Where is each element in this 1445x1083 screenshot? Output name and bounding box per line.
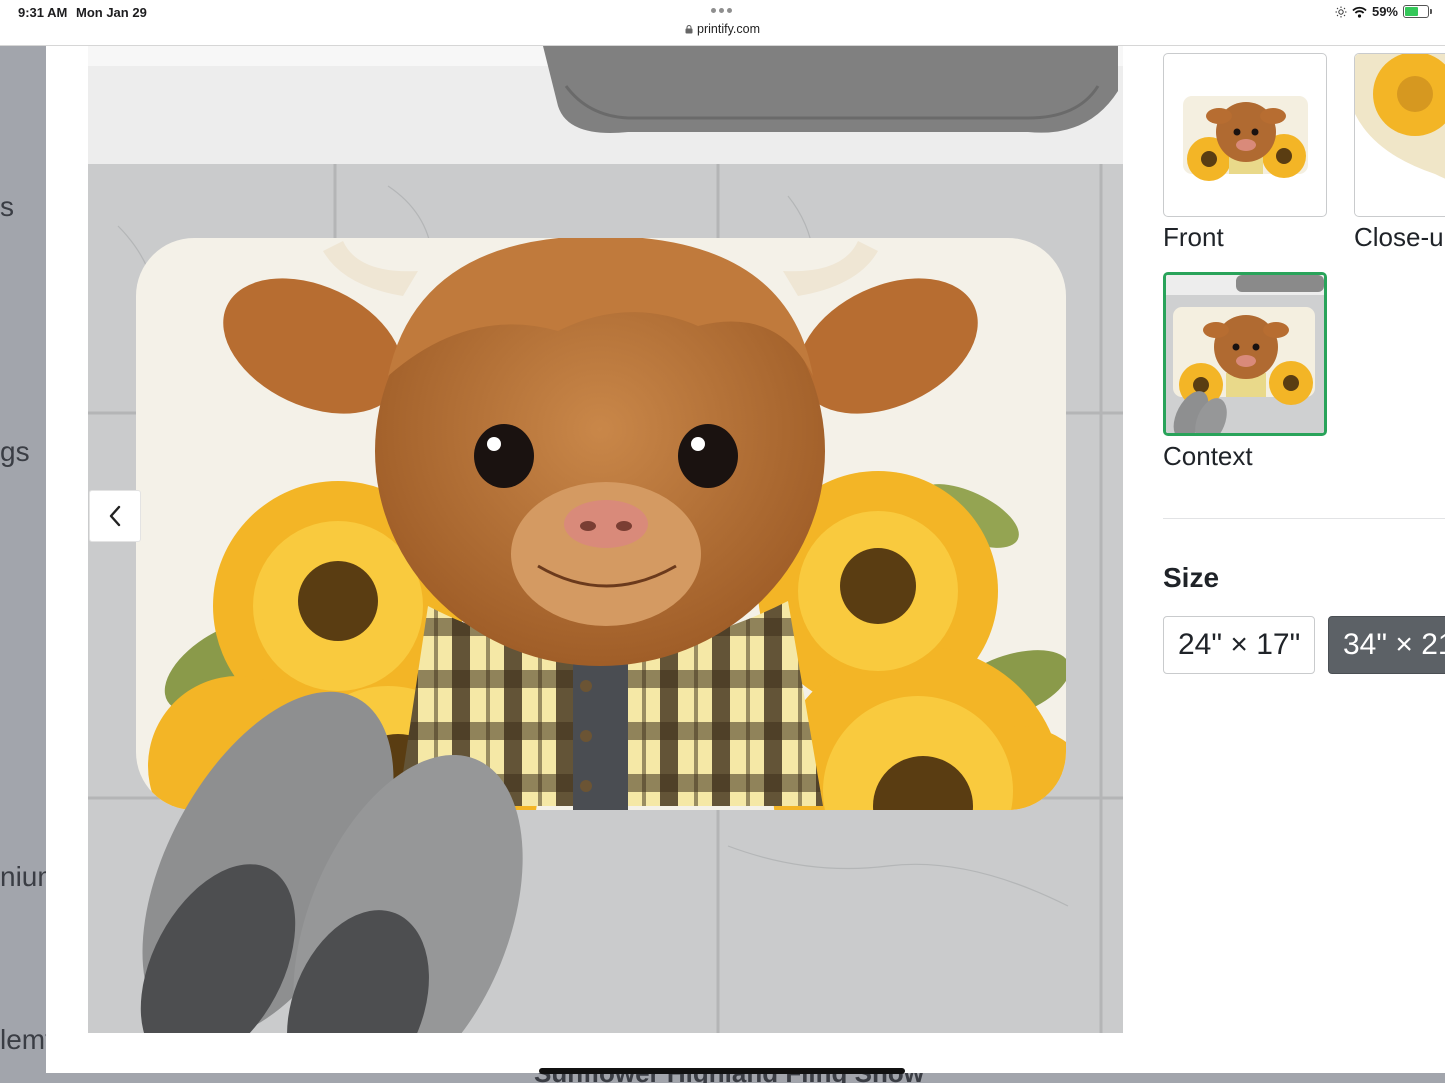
status-bar: 9:31 AM Mon Jan 29 printify.com 59% [0, 0, 1445, 46]
size-heading: Size [1163, 562, 1220, 593]
close-up-thumbnail-image [1355, 54, 1445, 215]
thumbnail-context-label: Context [1163, 441, 1253, 471]
thumbnail-context[interactable] [1163, 272, 1327, 436]
background-text-fragment: gs [0, 436, 30, 467]
thumbnail-close-up-label: Close-u [1354, 222, 1444, 252]
front-thumbnail-image [1183, 96, 1308, 181]
thumbnail-close-up[interactable] [1354, 53, 1445, 217]
thumbnail-front-label: Front [1163, 222, 1224, 252]
wifi-icon [1352, 6, 1367, 18]
context-thumbnail-image [1166, 275, 1324, 433]
address-bar[interactable]: printify.com [0, 22, 1445, 36]
size-option-24x17[interactable]: 24" × 17" [1163, 616, 1315, 674]
thumbnail-front[interactable] [1163, 53, 1327, 217]
previous-image-button[interactable] [89, 490, 141, 542]
lock-icon [685, 25, 693, 34]
multitasking-dots-icon[interactable] [711, 8, 732, 13]
url-text: printify.com [697, 22, 760, 36]
battery-percent: 59% [1371, 4, 1398, 19]
status-time: 9:31 AM [18, 5, 68, 20]
chevron-left-icon [109, 505, 121, 527]
battery-icon [1403, 5, 1432, 18]
section-divider [1163, 518, 1445, 519]
home-indicator[interactable] [539, 1068, 905, 1074]
status-indicators: 59% [1335, 4, 1432, 19]
background-text-fragment: s [0, 191, 14, 222]
status-date: Mon Jan 29 [76, 5, 147, 20]
product-image-modal: Front Close-u Context Size 24" × 17" 34"… [46, 46, 1445, 1073]
size-option-34x21[interactable]: 34" × 21 [1328, 616, 1445, 674]
brightness-icon [1335, 6, 1347, 17]
main-product-image [88, 46, 1123, 1033]
